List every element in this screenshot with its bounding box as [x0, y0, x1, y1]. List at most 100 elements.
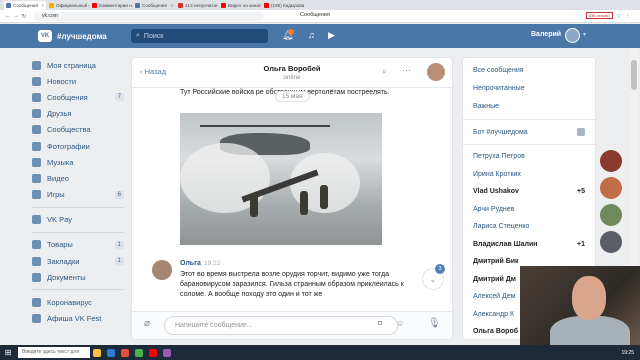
taskbar-app-icon[interactable] — [118, 345, 132, 360]
user-name[interactable]: Валерий — [531, 31, 561, 38]
browser-tab[interactable]: (196) Кадырова на суде× — [262, 1, 304, 10]
url-field[interactable]: vk.com — [34, 11, 264, 21]
sidebar-item-icon — [32, 157, 41, 167]
search-input[interactable]: ⌕ Поиск — [131, 29, 268, 43]
browser-tab[interactable]: Видео на канале - YouTube× — [219, 1, 261, 10]
conversation-item[interactable]: Арчи Руднев — [463, 201, 595, 219]
conversation-item[interactable]: Владислав Шалин +1 — [463, 236, 595, 254]
avatar[interactable] — [600, 177, 622, 199]
message-input[interactable]: Напишите сообщение... — [164, 316, 398, 335]
scroll-down-button[interactable]: ⌄ 3 — [422, 264, 445, 290]
sidebar-item-count: 7 — [114, 93, 124, 102]
taskbar-clock: 19:25 — [621, 349, 634, 356]
sidebar-item-icon — [32, 314, 41, 324]
conversation-name: Ольга Вороб — [473, 328, 519, 335]
sender-name[interactable]: Ольга — [180, 260, 201, 267]
conversation-name: Дмитрий Дм — [473, 275, 516, 283]
sidebar-item[interactable]: Афиша VK Fest — [32, 311, 124, 327]
camera-icon[interactable]: ◘ — [378, 320, 382, 327]
sidebar-item-icon — [32, 92, 41, 102]
browser-tab[interactable]: 413 непрочитанных чатов× — [176, 1, 218, 10]
browser-tab[interactable]: Сообщения × — [133, 1, 175, 10]
tab-label: (196) Кадырова на суде — [271, 3, 304, 8]
sender-avatar[interactable] — [152, 260, 172, 280]
folder-item[interactable]: Все сообщения — [463, 62, 595, 80]
sidebar-item-label: VK Pay — [47, 215, 73, 225]
browser-tab[interactable]: Комментарии на канале× — [90, 1, 132, 10]
music-icon[interactable]: ♫ — [308, 30, 315, 40]
taskbar-app-icon[interactable] — [146, 345, 160, 360]
conversation-item[interactable]: Петруха Петров — [463, 148, 595, 166]
photo-detail — [320, 185, 328, 209]
taskbar-search[interactable]: Введите здесь текст для поиска — [18, 347, 90, 358]
sidebar-item[interactable]: VK Pay — [32, 212, 124, 228]
sidebar-item-icon — [32, 256, 41, 266]
tab-favicon-icon — [135, 3, 140, 8]
unread-badge: 3 — [435, 264, 445, 274]
play-icon[interactable]: ▶ — [328, 30, 335, 41]
sidebar-item[interactable]: Друзья — [32, 106, 124, 122]
tab-label: Видео на канале - YouTube — [228, 3, 261, 8]
close-icon[interactable]: × — [170, 3, 173, 8]
avatar[interactable] — [600, 204, 622, 226]
taskbar-app-icon[interactable] — [160, 345, 174, 360]
sidebar-item[interactable]: Коронавирус — [32, 294, 124, 310]
tab-favicon-icon — [178, 3, 183, 8]
sidebar-item[interactable]: Музыка — [32, 154, 124, 170]
emoji-icon[interactable]: ☺ — [396, 319, 404, 328]
contact-avatar[interactable] — [427, 63, 445, 81]
sidebar-item[interactable]: Сообщения 7 — [32, 89, 124, 105]
attach-icon[interactable]: ⌀ — [144, 318, 150, 329]
notification-badge — [288, 29, 294, 35]
photo-detail — [300, 191, 308, 215]
taskbar-app-icon[interactable] — [132, 345, 146, 360]
taskbar-app-icon[interactable] — [90, 345, 104, 360]
sidebar-item[interactable]: Новости — [32, 73, 124, 89]
sidebar-item-icon — [32, 60, 41, 70]
vk-logo[interactable]: VK #лучшедома — [38, 30, 107, 42]
back-arrow-icon[interactable]: ← — [4, 13, 12, 19]
search-icon[interactable]: ⌕ — [382, 67, 386, 77]
star-icon[interactable]: ☆ — [617, 13, 621, 19]
photo-detail — [250, 193, 258, 217]
avatar[interactable] — [600, 231, 622, 253]
microphone-icon[interactable]: 🎙︎ — [428, 318, 441, 329]
sidebar-item-label: Товары — [47, 240, 73, 250]
reload-icon[interactable]: ↻ — [20, 13, 28, 20]
tab-label: Официальный сайт Мар — [56, 3, 89, 8]
sidebar-item[interactable]: Игры 6 — [32, 187, 124, 203]
avatar[interactable] — [600, 150, 622, 172]
chevron-down-icon[interactable]: ▾ — [583, 31, 586, 38]
conversation-item[interactable]: Ирина Кротких — [463, 166, 595, 184]
sidebar-item[interactable]: Документы — [32, 269, 124, 285]
sidebar-item[interactable]: Фотографии — [32, 138, 124, 154]
browser-tab[interactable]: Сообщения × — [4, 1, 46, 10]
sidebar-item[interactable]: Сообщества — [32, 122, 124, 138]
message-composer: ⌀ Напишите сообщение... ◘ ☺ 🎙︎ — [132, 311, 452, 339]
sidebar-item[interactable]: Закладки 1 — [32, 253, 124, 269]
message-photo[interactable] — [180, 113, 382, 245]
conversation-item[interactable]: Vlad Ushakov +5 — [463, 183, 595, 201]
forward-arrow-icon[interactable]: → — [12, 13, 20, 19]
conversation-name: Александр К — [473, 310, 515, 318]
conversation-name: Алексей Дем — [473, 293, 516, 300]
divider — [32, 231, 124, 233]
more-icon[interactable]: ··· — [402, 65, 411, 75]
scrollbar-thumb[interactable] — [631, 60, 637, 90]
folder-item[interactable]: Важные — [463, 98, 595, 116]
sidebar-item-icon — [32, 141, 41, 151]
browser-tab[interactable]: Официальный сайт Мар× — [47, 1, 89, 10]
extension-badge[interactable]: 63К отзыво — [585, 12, 613, 19]
sidebar-item[interactable]: Видео — [32, 170, 124, 186]
sidebar-item[interactable]: Товары 1 — [32, 237, 124, 253]
avatar[interactable] — [565, 28, 580, 43]
folder-item[interactable]: Непрочитанные — [463, 80, 595, 98]
windows-start-icon[interactable]: ⊞ — [0, 345, 16, 360]
sidebar-item-icon — [32, 76, 41, 86]
bot-item[interactable]: Бот #лучшедома — [463, 123, 595, 141]
sidebar-item[interactable]: Моя страница — [32, 57, 124, 73]
conversation-item[interactable]: Лариса Стеценко — [463, 218, 595, 236]
close-icon[interactable]: × — [41, 3, 44, 8]
taskbar-app-icon[interactable] — [104, 345, 118, 360]
menu-icon[interactable]: ⋮ — [625, 13, 630, 19]
